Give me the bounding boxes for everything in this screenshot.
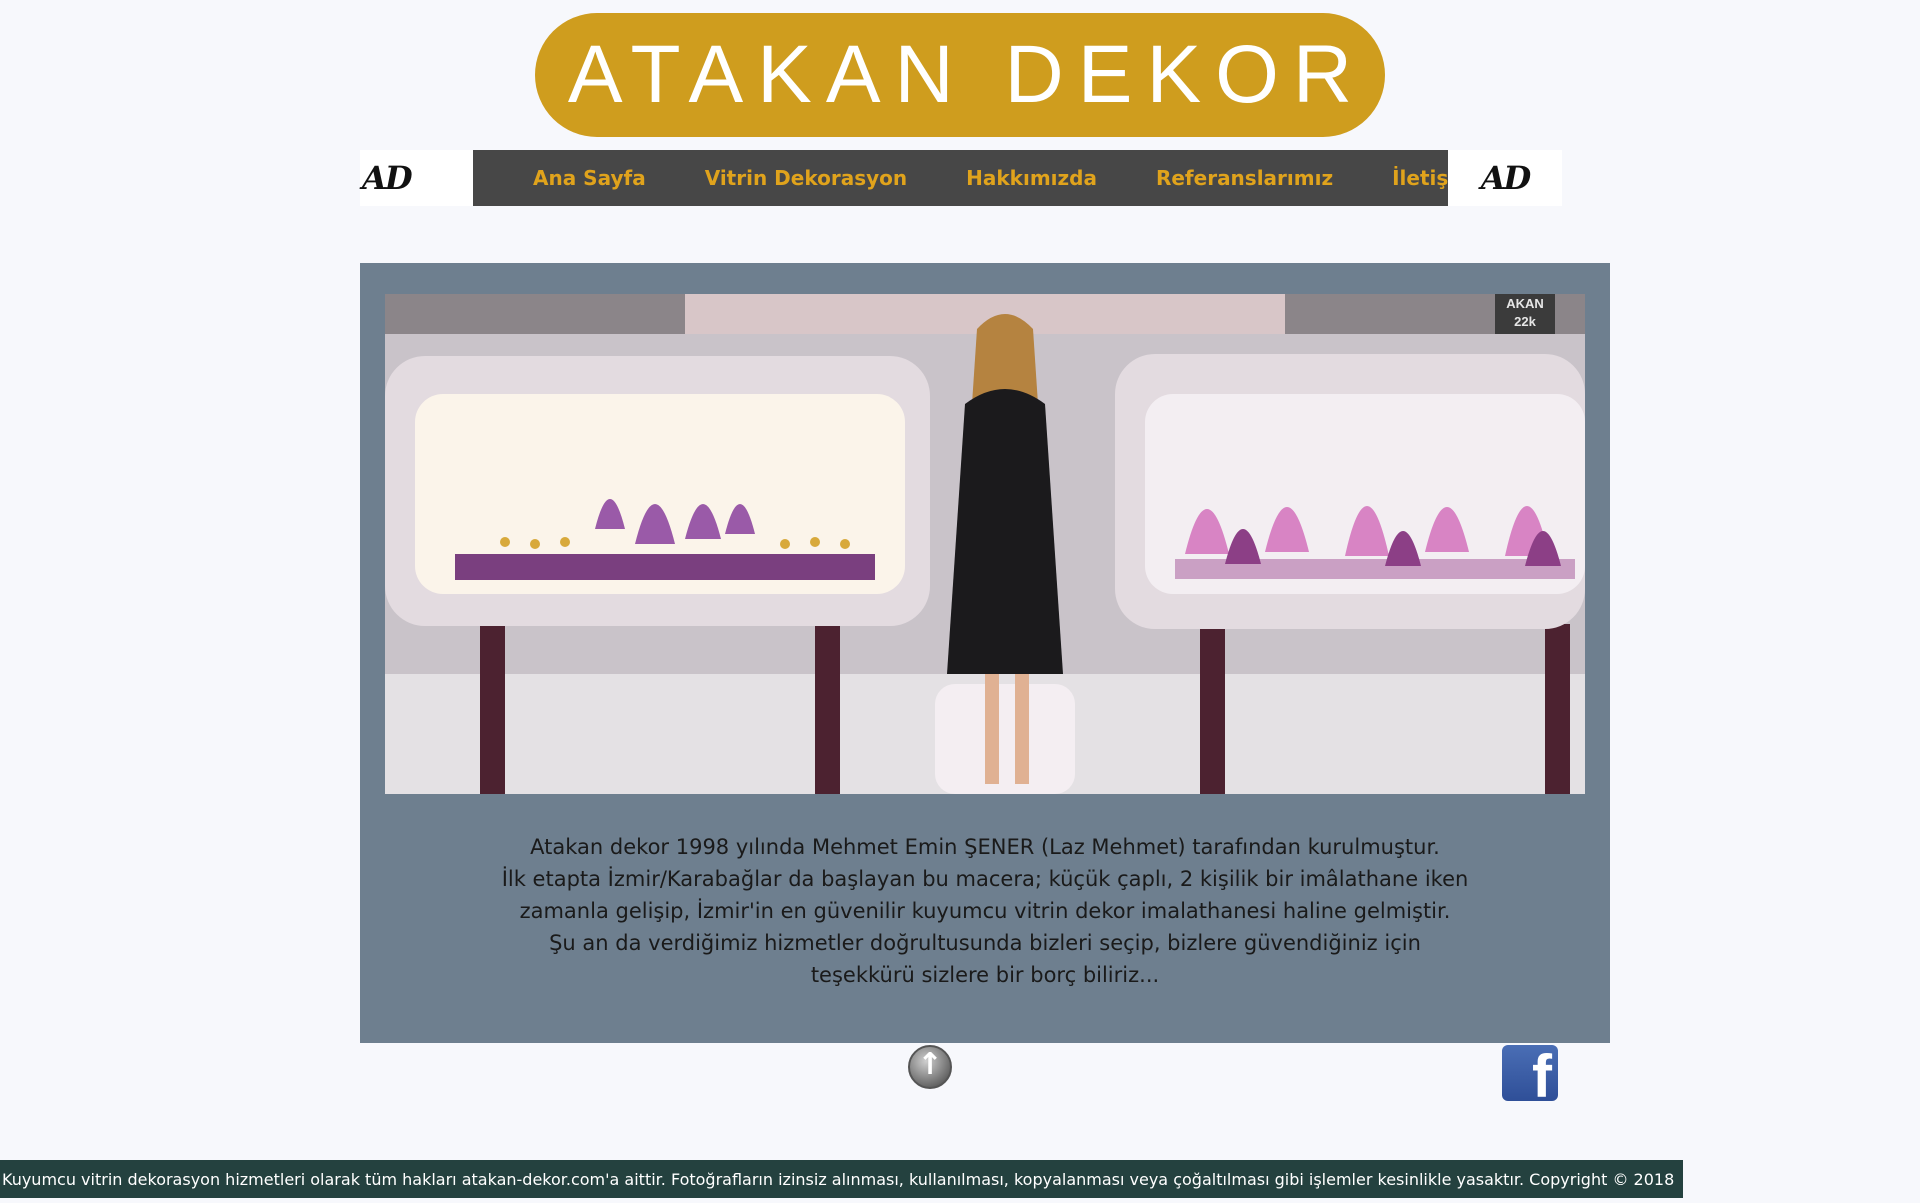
ad-monogram-right: AD	[1448, 150, 1562, 206]
about-line: Atakan dekor 1998 yılında Mehmet Emin ŞE…	[530, 835, 1440, 859]
about-line: teşekkürü sizlere bir borç biliriz...	[810, 963, 1160, 987]
about-panel: AKAN 22k Atakan dekor 1998 yılında Mehme…	[360, 263, 1610, 1043]
showroom-photo-illustration: AKAN 22k	[385, 294, 1585, 794]
main-navigation: Ana Sayfa Vitrin Dekorasyon Hakkımızda R…	[473, 150, 1476, 206]
footer-copyright: Kuyumcu vitrin dekorasyon hizmetleri ola…	[0, 1160, 1683, 1198]
facebook-link[interactable]: f	[1502, 1045, 1558, 1101]
site-logo[interactable]: ATAKAN DEKOR	[535, 13, 1385, 137]
logo-text: ATAKAN DEKOR	[567, 29, 1367, 120]
nav-item-home[interactable]: Ana Sayfa	[533, 166, 646, 190]
nav-item-about[interactable]: Hakkımızda	[966, 166, 1097, 190]
ad-monogram-left: AD	[360, 150, 474, 206]
footer-text: Kuyumcu vitrin dekorasyon hizmetleri ola…	[2, 1169, 1675, 1189]
up-arrow-icon: ↑	[917, 1047, 943, 1082]
store-sign-text: AKAN	[1506, 296, 1544, 311]
showroom-photo: AKAN 22k	[385, 294, 1585, 794]
about-line: Şu an da verdiğimiz hizmetler doğrultusu…	[549, 931, 1421, 955]
nav-item-showcase-decoration[interactable]: Vitrin Dekorasyon	[705, 166, 907, 190]
nav-item-references[interactable]: Referanslarımız	[1156, 166, 1333, 190]
about-line: İlk etapta İzmir/Karabağlar da başlayan …	[501, 867, 1469, 891]
facebook-icon: f	[1532, 1045, 1552, 1102]
about-description: Atakan dekor 1998 yılında Mehmet Emin ŞE…	[385, 831, 1585, 991]
scroll-to-top-button[interactable]: ↑	[908, 1045, 952, 1089]
about-line: zamanla gelişip, İzmir'in en güvenilir k…	[519, 899, 1451, 923]
store-sign-karat: 22k	[1514, 314, 1536, 329]
